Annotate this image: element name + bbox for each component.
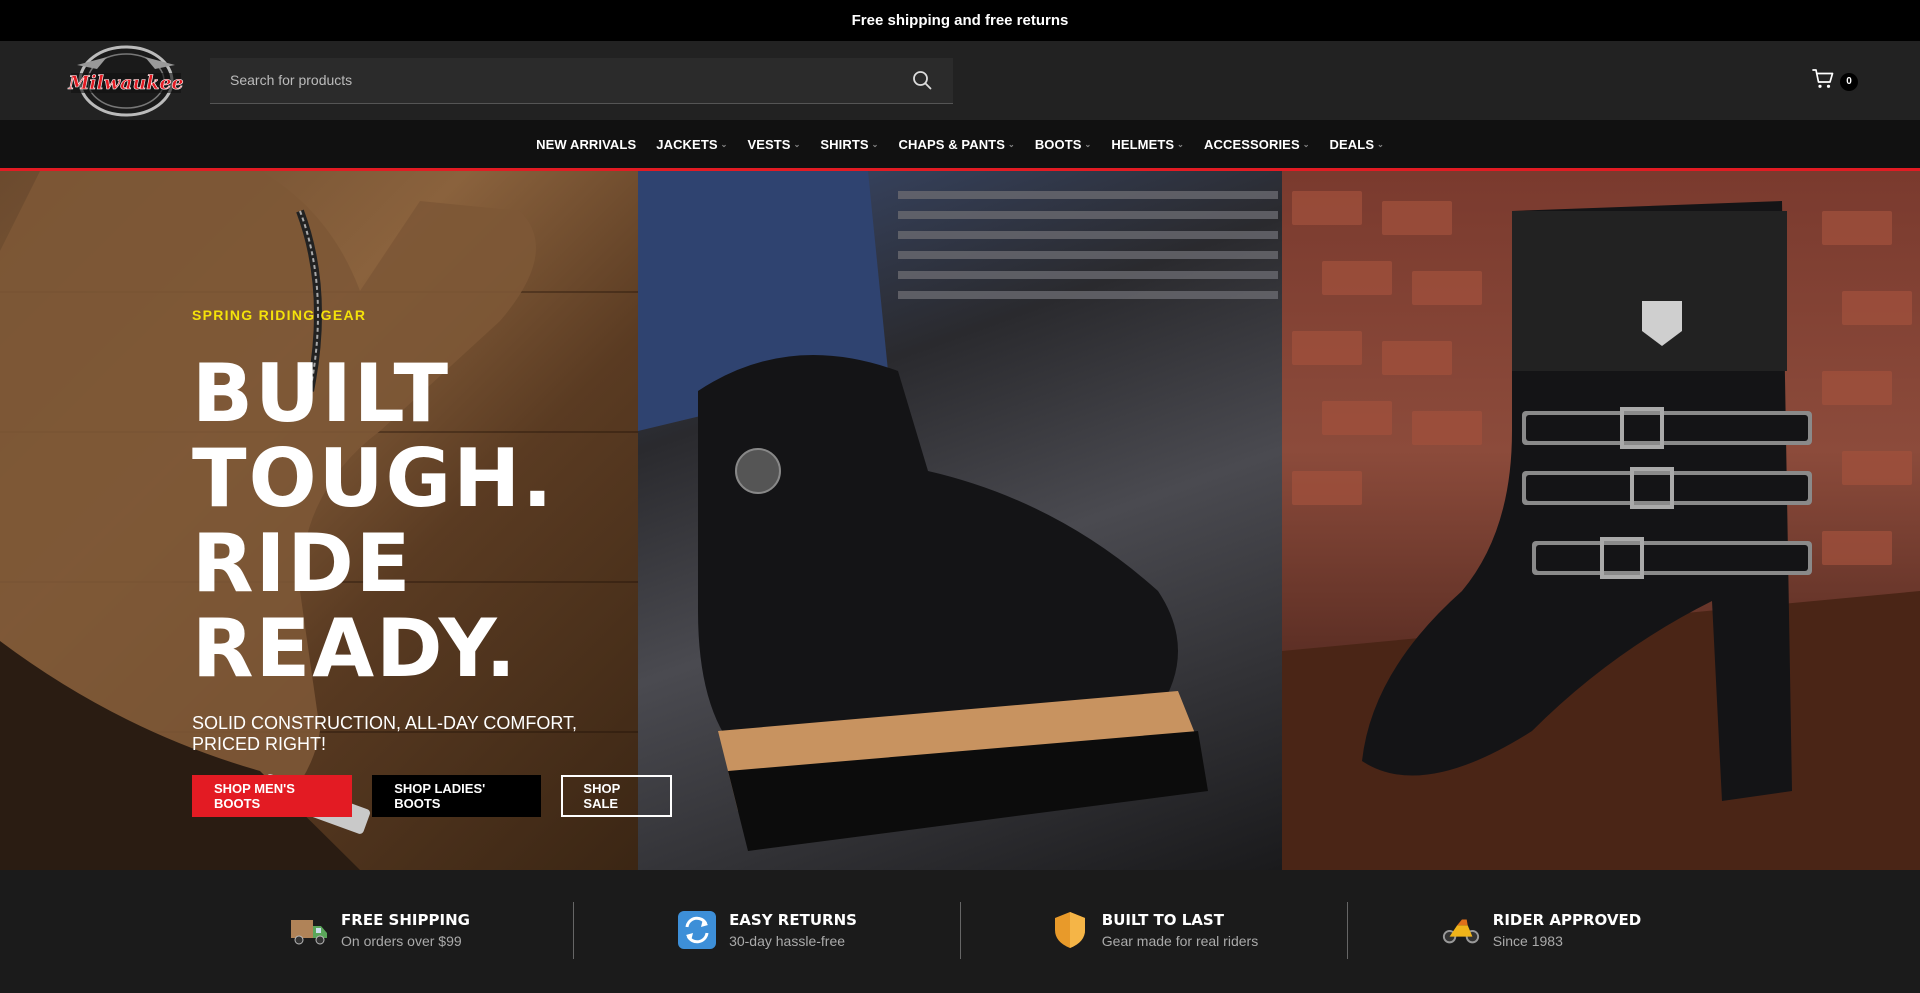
feature-easy-returns: EASY RETURNS 30-day hassle-free: [573, 901, 960, 959]
returns-icon: [677, 910, 717, 950]
announcement-text: Free shipping and free returns: [851, 12, 1069, 29]
feature-built-to-last: BUILT TO LAST Gear made for real riders: [960, 901, 1347, 959]
shop-ladies-boots-button[interactable]: SHOP LADIES' BOOTS: [372, 775, 542, 817]
hero-subline: SOLID CONSTRUCTION, ALL-DAY COMFORT, PRI…: [192, 713, 578, 754]
nav-item-helmets[interactable]: HELMETS ⌄: [1111, 137, 1184, 152]
main-nav: NEW ARRIVALS JACKETS ⌄ VESTS ⌄ SHIRTS ⌄ CHA…: [0, 120, 1920, 171]
feature-title: FREE SHIPPING: [341, 911, 470, 929]
feature-strip: FREE SHIPPING On orders over $99 EASY RE…: [0, 870, 1920, 990]
chevron-down-icon: ⌄: [793, 139, 801, 149]
announcement-bar: Free shipping and free returns: [0, 0, 1920, 41]
nav-item-label: CHAPS & PANTS: [898, 136, 1005, 152]
nav-item-label: DEALS: [1329, 136, 1375, 152]
hero-eyebrow: SPRING RIDING GEAR: [192, 307, 367, 323]
hero-banner: SPRING RIDING GEAR BUILT TOUGH. RIDE REA…: [0, 171, 1920, 870]
nav-item-label: JACKETS: [656, 136, 718, 152]
cart-button[interactable]: 0: [1812, 69, 1858, 94]
nav-item-deals[interactable]: DEALS ⌄: [1330, 137, 1384, 152]
search-bar: [210, 57, 953, 104]
search-input[interactable]: [230, 72, 911, 88]
nav-item-new-arrivals[interactable]: NEW ARRIVALS: [536, 137, 636, 152]
feature-title: BUILT TO LAST: [1101, 911, 1224, 929]
chevron-down-icon: ⌄: [1084, 139, 1092, 149]
motorcycle-icon: [1441, 910, 1481, 950]
feature-subtitle: Since 1983: [1492, 933, 1563, 949]
chevron-down-icon: ⌄: [720, 139, 728, 149]
milwaukee-logo-icon: Milwaukee: [67, 45, 184, 116]
hero-copy: SPRING RIDING GEAR BUILT TOUGH. RIDE REA…: [192, 307, 672, 817]
chevron-down-icon: ⌄: [871, 139, 879, 149]
shop-sale-button[interactable]: SHOP SALE: [561, 775, 672, 817]
shield-icon: [1050, 910, 1090, 950]
feature-free-shipping: FREE SHIPPING On orders over $99: [186, 902, 573, 959]
nav-item-boots[interactable]: BOOTS ⌄: [1035, 137, 1092, 152]
feature-subtitle: On orders over $99: [341, 933, 462, 949]
feature-subtitle: Gear made for real riders: [1101, 933, 1259, 949]
feature-subtitle: 30-day hassle-free: [729, 933, 846, 949]
nav-item-label: VESTS: [747, 136, 791, 152]
site-logo[interactable]: Milwaukee: [66, 42, 186, 120]
truck-icon: [289, 910, 329, 950]
cart-icon: [1812, 69, 1834, 94]
chevron-down-icon: ⌄: [1177, 139, 1184, 149]
nav-item-chaps-pants[interactable]: CHAPS & PANTS ⌄: [898, 137, 1014, 152]
site-header: Milwaukee 0: [0, 41, 1920, 120]
nav-item-accessories[interactable]: ACCESSORIES ⌄: [1204, 137, 1310, 152]
nav-item-shirts[interactable]: SHIRTS ⌄: [820, 137, 878, 152]
chevron-down-icon: ⌄: [1302, 139, 1310, 149]
chevron-down-icon: ⌄: [1008, 139, 1015, 149]
nav-item-label: HELMETS: [1111, 136, 1175, 152]
nav-item-label: BOOTS: [1034, 136, 1082, 152]
hero-headline: BUILT TOUGH. RIDE READY.: [192, 347, 555, 695]
ladies-boot-illustration: [1282, 201, 1920, 870]
hero-cta-row: SHOP MEN'S BOOTS SHOP LADIES' BOOTS SHOP…: [192, 775, 672, 817]
chevron-down-icon: ⌄: [1377, 139, 1384, 149]
nav-item-vests[interactable]: VESTS ⌄: [747, 137, 800, 152]
nav-item-label: NEW ARRIVALS: [536, 136, 637, 152]
logo-wordmark: Milwaukee: [67, 72, 183, 94]
nav-item-label: SHIRTS: [820, 136, 869, 152]
nav-item-label: ACCESSORIES: [1203, 136, 1300, 152]
hero-image-ladies-boot: [1282, 171, 1920, 870]
feature-rider-approved: RIDER APPROVED Since 1983: [1347, 901, 1734, 959]
nav-item-jackets[interactable]: JACKETS ⌄: [656, 137, 727, 152]
feature-title: EASY RETURNS: [729, 911, 857, 929]
shop-mens-boots-button[interactable]: SHOP MEN'S BOOTS: [192, 775, 353, 817]
search-icon[interactable]: [911, 69, 933, 91]
hero-image-black-boot-motorcycle: [638, 171, 1282, 870]
cart-count-badge: 0: [1840, 72, 1858, 91]
feature-title: RIDER APPROVED: [1492, 911, 1642, 929]
black-boot-illustration: [638, 171, 1278, 851]
